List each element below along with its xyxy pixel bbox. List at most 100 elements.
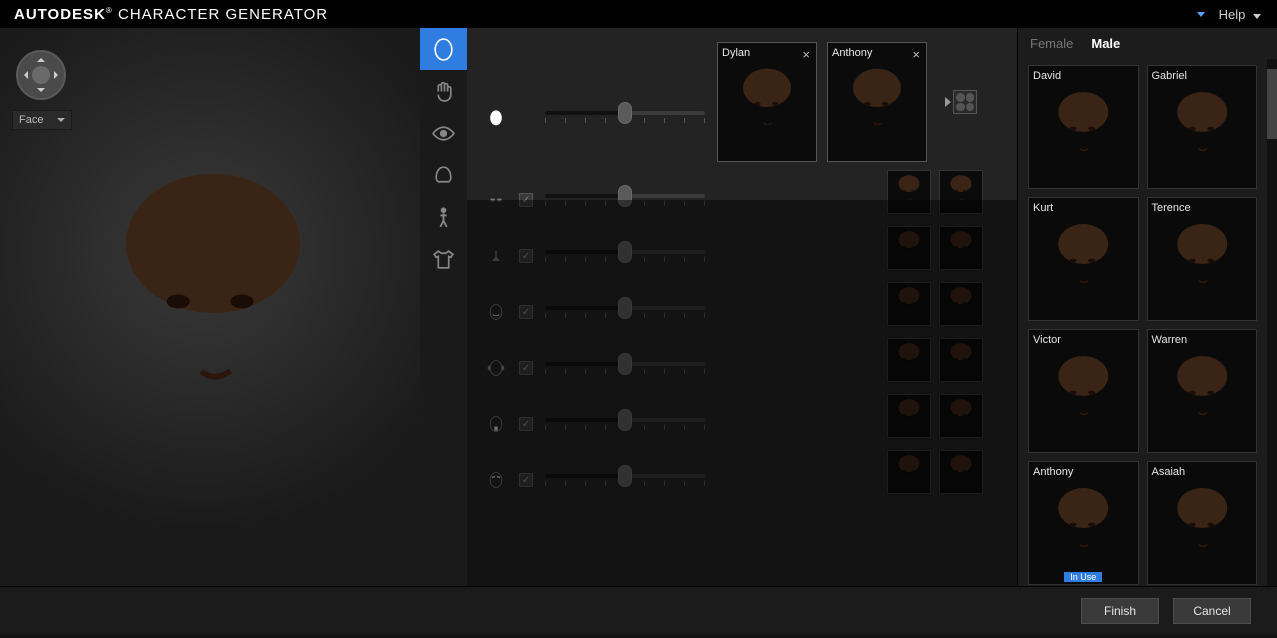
expand-library-grid-button[interactable] bbox=[953, 90, 977, 114]
feature-jaw-toggle[interactable] bbox=[519, 417, 533, 431]
slider-thumb[interactable] bbox=[618, 465, 632, 487]
feature-eyes-slider[interactable] bbox=[545, 194, 705, 198]
chevron-down-icon bbox=[57, 118, 65, 122]
chevron-down-icon bbox=[1253, 14, 1261, 19]
feature-nose-slider[interactable] bbox=[545, 250, 705, 254]
feature-ears-toggle[interactable] bbox=[519, 361, 533, 375]
library-tab-female[interactable]: Female bbox=[1030, 36, 1073, 51]
slider-thumb[interactable] bbox=[618, 353, 632, 375]
library-item[interactable]: Gabriel bbox=[1147, 65, 1258, 189]
feature-ears-icon bbox=[485, 357, 507, 379]
slider-thumb[interactable] bbox=[618, 241, 632, 263]
library-item[interactable]: Victor bbox=[1028, 329, 1139, 453]
person-icon bbox=[431, 205, 456, 230]
library-item[interactable]: Warren bbox=[1147, 329, 1258, 453]
feature-nose-icon bbox=[485, 245, 507, 267]
feature-brow-toggle[interactable] bbox=[519, 473, 533, 487]
feature-mouth-slider[interactable] bbox=[545, 306, 705, 310]
library-scrollbar[interactable] bbox=[1267, 59, 1277, 586]
category-body[interactable] bbox=[420, 70, 467, 112]
library-item[interactable]: Kurt bbox=[1028, 197, 1139, 321]
category-face[interactable] bbox=[420, 28, 467, 70]
head-shape-icon bbox=[485, 106, 507, 128]
feature-eyes-thumb-a[interactable] bbox=[887, 170, 931, 214]
feature-mouth-toggle[interactable] bbox=[519, 305, 533, 319]
feature-eyes-toggle[interactable] bbox=[519, 193, 533, 207]
slider-thumb[interactable] bbox=[618, 102, 632, 124]
feature-nose-thumb-b[interactable] bbox=[939, 226, 983, 270]
selected-face-a-name: Dylan bbox=[722, 47, 812, 59]
close-icon[interactable]: × bbox=[912, 47, 920, 62]
library-item[interactable]: David bbox=[1028, 65, 1139, 189]
feature-eyes-icon bbox=[485, 189, 507, 211]
shirt-icon bbox=[431, 247, 456, 272]
feature-mouth-thumb-a[interactable] bbox=[887, 282, 931, 326]
orbit-left-icon bbox=[20, 71, 28, 79]
slider-thumb[interactable] bbox=[618, 185, 632, 207]
help-label: Help bbox=[1219, 7, 1246, 22]
library-item[interactable]: Anthony In Use bbox=[1028, 461, 1139, 585]
hair-icon bbox=[431, 163, 456, 188]
library-tab-male[interactable]: Male bbox=[1091, 36, 1120, 51]
selected-face-slot-a[interactable]: Dylan × bbox=[717, 42, 817, 162]
orbit-up-icon bbox=[37, 54, 45, 62]
character-viewport[interactable]: Face bbox=[0, 28, 420, 586]
in-use-badge: In Use bbox=[1064, 572, 1102, 582]
face-library: Female Male David Gabriel Kurt Terence V… bbox=[1017, 28, 1277, 586]
feature-eyes-thumb-b[interactable] bbox=[939, 170, 983, 214]
feature-brow-icon bbox=[485, 469, 507, 491]
category-toolstrip bbox=[420, 28, 467, 586]
character-preview bbox=[68, 128, 358, 498]
library-item-name: Victor bbox=[1033, 334, 1134, 346]
cancel-button[interactable]: Cancel bbox=[1173, 598, 1251, 624]
help-menu[interactable]: Help bbox=[1219, 7, 1261, 22]
slider-thumb[interactable] bbox=[618, 409, 632, 431]
category-hair[interactable] bbox=[420, 154, 467, 196]
library-item-name: Anthony bbox=[1033, 466, 1134, 478]
selected-face-slot-b[interactable]: Anthony × bbox=[827, 42, 927, 162]
feature-jaw-icon bbox=[485, 413, 507, 435]
feature-brow-thumb-a[interactable] bbox=[887, 450, 931, 494]
face-icon bbox=[431, 37, 456, 62]
library-item[interactable]: Asaiah bbox=[1147, 461, 1258, 585]
orbit-center-icon bbox=[32, 66, 50, 84]
feature-jaw-thumb-b[interactable] bbox=[939, 394, 983, 438]
feature-ears-slider[interactable] bbox=[545, 362, 705, 366]
finish-button[interactable]: Finish bbox=[1081, 598, 1159, 624]
brand-sub: CHARACTER GENERATOR bbox=[118, 6, 328, 23]
slider-thumb[interactable] bbox=[618, 297, 632, 319]
feature-brow-thumb-b[interactable] bbox=[939, 450, 983, 494]
hand-icon bbox=[431, 79, 456, 104]
feature-jaw-thumb-a[interactable] bbox=[887, 394, 931, 438]
account-dropdown-icon[interactable] bbox=[1197, 12, 1205, 17]
app-header: AUTODESK® CHARACTER GENERATOR Help bbox=[0, 0, 1277, 28]
orbit-down-icon bbox=[37, 88, 45, 96]
category-eyes[interactable] bbox=[420, 112, 467, 154]
brand-name: AUTODESK bbox=[14, 6, 106, 23]
blend-editor: Dylan × Anthony × bbox=[467, 28, 1017, 586]
category-height[interactable] bbox=[420, 196, 467, 238]
view-mode-value: Face bbox=[19, 114, 43, 126]
feature-mouth-thumb-b[interactable] bbox=[939, 282, 983, 326]
expand-library-arrow-icon[interactable] bbox=[945, 97, 951, 107]
feature-mouth-icon bbox=[485, 301, 507, 323]
library-item-name: David bbox=[1033, 70, 1134, 82]
app-brand: AUTODESK® CHARACTER GENERATOR bbox=[14, 6, 328, 23]
feature-nose-toggle[interactable] bbox=[519, 249, 533, 263]
feature-ears-thumb-a[interactable] bbox=[887, 338, 931, 382]
feature-nose-thumb-a[interactable] bbox=[887, 226, 931, 270]
feature-ears-thumb-b[interactable] bbox=[939, 338, 983, 382]
library-item-name: Kurt bbox=[1033, 202, 1134, 214]
library-item[interactable]: Terence bbox=[1147, 197, 1258, 321]
feature-jaw-slider[interactable] bbox=[545, 418, 705, 422]
library-item-name: Warren bbox=[1152, 334, 1253, 346]
orbit-right-icon bbox=[54, 71, 62, 79]
scrollbar-thumb[interactable] bbox=[1267, 69, 1277, 139]
master-blend-slider[interactable] bbox=[545, 111, 705, 115]
category-clothing[interactable] bbox=[420, 238, 467, 280]
orbit-control[interactable] bbox=[16, 50, 66, 100]
close-icon[interactable]: × bbox=[802, 47, 810, 62]
library-item-name: Terence bbox=[1152, 202, 1253, 214]
view-mode-select[interactable]: Face bbox=[12, 110, 72, 130]
feature-brow-slider[interactable] bbox=[545, 474, 705, 478]
